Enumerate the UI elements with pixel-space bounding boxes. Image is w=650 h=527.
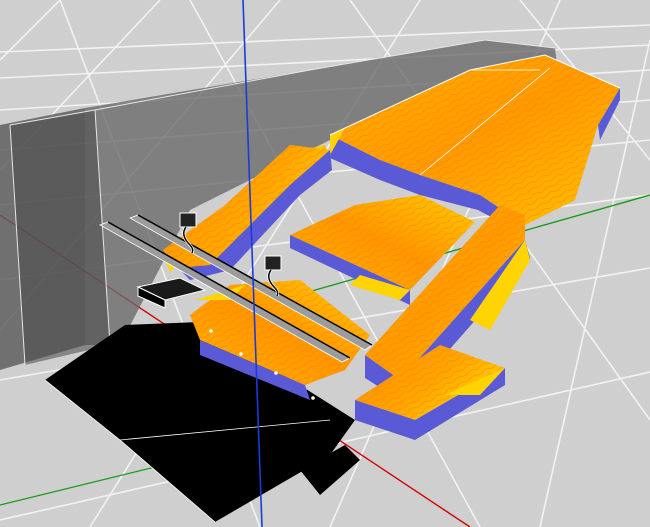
3d-viewport[interactable] [0, 0, 650, 527]
scene-canvas [0, 0, 650, 527]
